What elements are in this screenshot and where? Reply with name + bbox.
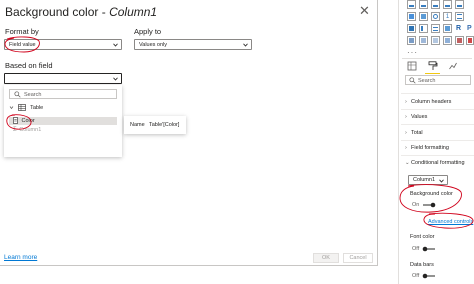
decomposition-tree-icon[interactable] bbox=[419, 36, 428, 45]
ok-button[interactable]: OK bbox=[313, 253, 339, 263]
r-visual-icon[interactable]: R bbox=[455, 24, 464, 33]
section-divider bbox=[401, 155, 474, 156]
chart-icon[interactable] bbox=[431, 0, 440, 9]
apply-to-label: Apply to bbox=[134, 27, 162, 36]
chart-icon[interactable] bbox=[407, 0, 416, 9]
field-tooltip: Name Table'[Color] bbox=[124, 116, 186, 134]
key-influencers-icon[interactable] bbox=[407, 36, 416, 45]
active-tab-indicator bbox=[425, 73, 440, 74]
format-by-label: Format by bbox=[5, 27, 39, 36]
pane-divider bbox=[402, 58, 472, 59]
funnel-icon[interactable] bbox=[419, 12, 428, 21]
chevron-down-icon bbox=[439, 179, 444, 183]
close-icon[interactable]: ✕ bbox=[359, 3, 370, 19]
section-divider bbox=[401, 140, 474, 141]
search-icon bbox=[409, 77, 416, 84]
based-on-field-label: Based on field bbox=[5, 61, 53, 70]
based-on-field-select[interactable] bbox=[4, 73, 122, 84]
format-paint-roller-icon[interactable] bbox=[428, 61, 438, 71]
tree-field-column1-label: Column1 bbox=[19, 127, 42, 133]
field-dropdown: Search Table Color Σ Column1 bbox=[4, 85, 122, 157]
matrix-icon[interactable] bbox=[443, 24, 452, 33]
more-visuals-icon[interactable] bbox=[466, 36, 474, 45]
tooltip-value: Table'[Color] bbox=[149, 122, 180, 128]
section-label: Column headers bbox=[411, 99, 452, 105]
dialog-title-prefix: Background color - bbox=[5, 5, 110, 19]
background-color-toggle[interactable] bbox=[422, 202, 436, 208]
analytics-tab-icon[interactable] bbox=[448, 61, 458, 71]
field-search-placeholder: Search bbox=[24, 91, 42, 98]
section-label: Conditional formatting bbox=[411, 160, 465, 166]
data-bars-label: Data bars bbox=[410, 262, 434, 268]
dialog-title-field: Column1 bbox=[109, 5, 158, 19]
python-visual-icon[interactable]: P bbox=[466, 24, 474, 33]
fields-tab-icon[interactable] bbox=[407, 61, 417, 71]
chevron-down-icon bbox=[113, 77, 118, 81]
chevron-down-icon bbox=[243, 43, 248, 47]
format-search-input[interactable]: Search bbox=[405, 75, 471, 85]
format-by-select[interactable]: Field value bbox=[4, 39, 122, 50]
search-icon bbox=[14, 91, 21, 98]
column-select-value: Column1 bbox=[413, 177, 436, 183]
background-color-label: Background color bbox=[410, 191, 453, 197]
chart-icon[interactable] bbox=[419, 0, 428, 9]
field-icon bbox=[13, 117, 18, 124]
tree-table-label: Table bbox=[30, 104, 44, 111]
section-divider bbox=[401, 124, 474, 125]
section-label: Values bbox=[411, 114, 428, 120]
cancel-button[interactable]: Cancel bbox=[343, 253, 373, 263]
data-bars-state: Off bbox=[412, 273, 420, 279]
tree-field-color[interactable]: Color bbox=[9, 117, 117, 125]
apply-to-select[interactable]: Values only bbox=[134, 39, 252, 50]
dialog-title: Background color - Column1 bbox=[5, 5, 157, 19]
power-apps-icon[interactable] bbox=[455, 36, 464, 45]
data-bars-toggle[interactable] bbox=[422, 273, 436, 279]
collapse-icon bbox=[9, 106, 14, 110]
section-label: Total bbox=[411, 130, 423, 136]
font-color-toggle[interactable] bbox=[422, 246, 436, 252]
chart-icon[interactable] bbox=[455, 0, 464, 9]
tree-field-color-label: Color bbox=[21, 117, 35, 124]
section-divider bbox=[401, 93, 474, 94]
section-conditional-formatting[interactable]: ⌄Conditional formatting bbox=[405, 160, 465, 166]
gauge-icon[interactable] bbox=[431, 12, 440, 21]
kpi-icon[interactable] bbox=[407, 24, 416, 33]
font-color-state: Off bbox=[412, 246, 420, 252]
conditional-formatting-dialog: Background color - Column1 ✕ Format by F… bbox=[0, 0, 378, 266]
section-total[interactable]: › Total bbox=[405, 130, 423, 136]
table-visual-icon[interactable] bbox=[431, 24, 440, 33]
chevron-down-icon bbox=[113, 43, 118, 47]
tooltip-key: Name bbox=[130, 122, 145, 128]
column-select[interactable]: Column1 bbox=[408, 175, 448, 185]
filled-map-icon[interactable] bbox=[407, 12, 416, 21]
field-search-input[interactable]: Search bbox=[9, 89, 117, 99]
font-color-label: Font color bbox=[410, 234, 435, 240]
chart-icon[interactable] bbox=[443, 0, 452, 9]
tree-table-node[interactable]: Table bbox=[9, 104, 117, 112]
multi-row-card-icon[interactable] bbox=[455, 12, 464, 21]
advanced-controls-link[interactable]: Advanced controls bbox=[428, 219, 473, 225]
format-by-value: Field value bbox=[9, 41, 36, 48]
card-icon[interactable]: 1 bbox=[443, 12, 452, 21]
section-column-headers[interactable]: › Column headers bbox=[405, 99, 451, 105]
background-color-state: On bbox=[412, 202, 420, 208]
format-search-placeholder: Search bbox=[418, 77, 436, 84]
tree-field-column1: Σ Column1 bbox=[9, 127, 117, 135]
ellipsis-icon[interactable]: ··· bbox=[407, 48, 418, 57]
section-divider bbox=[401, 109, 474, 110]
sigma-icon: Σ bbox=[13, 127, 17, 133]
section-values[interactable]: › Values bbox=[405, 114, 427, 120]
learn-more-link[interactable]: Learn more bbox=[4, 254, 37, 261]
section-field-formatting[interactable]: › Field formatting bbox=[405, 145, 449, 151]
qa-icon[interactable] bbox=[431, 36, 440, 45]
table-icon bbox=[17, 104, 26, 111]
slicer-icon[interactable] bbox=[419, 24, 428, 33]
smart-narrative-icon[interactable] bbox=[443, 36, 452, 45]
apply-to-value: Values only bbox=[139, 41, 168, 48]
section-label: Field formatting bbox=[411, 145, 449, 151]
